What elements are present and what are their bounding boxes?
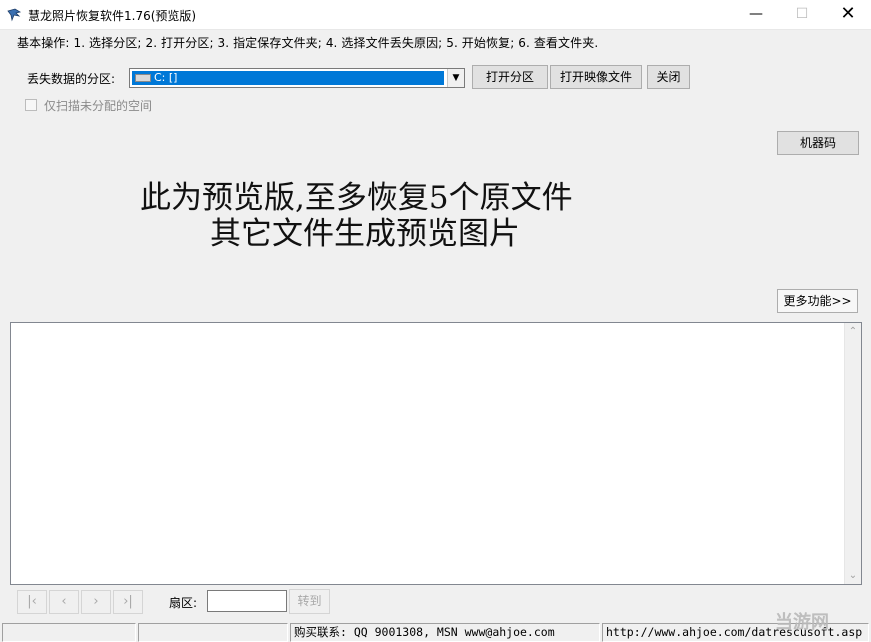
dropdown-arrow-icon[interactable]: ▼ xyxy=(447,69,464,87)
scroll-up-icon[interactable]: ⌃ xyxy=(845,323,861,340)
purchase-contact-text: 购买联系: QQ 9001308, MSN www@ahjoe.com xyxy=(290,623,600,642)
sector-input[interactable] xyxy=(207,590,287,612)
partition-selected-value: C: [] xyxy=(154,71,178,84)
partition-label: 丢失数据的分区: xyxy=(27,72,116,86)
drive-icon xyxy=(135,74,151,82)
window-title: 慧龙照片恢复软件1.76(预览版) xyxy=(28,9,197,23)
open-image-file-button[interactable]: 打开映像文件 xyxy=(550,65,642,89)
previous-page-button[interactable]: ‹ xyxy=(49,590,79,614)
last-page-button[interactable]: ›| xyxy=(113,590,143,614)
close-button[interactable]: 关闭 xyxy=(647,65,690,89)
partition-selected-item[interactable]: C: [] xyxy=(132,71,444,85)
partition-select[interactable]: C: [] ▼ xyxy=(129,68,465,88)
title-bar: 慧龙照片恢复软件1.76(预览版) — ☐ ✕ xyxy=(0,0,871,30)
file-list-panel[interactable]: ⌃ ⌄ xyxy=(10,322,862,585)
open-partition-button[interactable]: 打开分区 xyxy=(472,65,548,89)
first-page-button[interactable]: |‹ xyxy=(17,590,47,614)
unallocated-space-checkbox[interactable] xyxy=(25,99,37,111)
watermark-logo: 当游网 xyxy=(775,612,829,633)
app-icon xyxy=(7,8,22,22)
preview-notice-line2: 其它文件生成预览图片 xyxy=(210,216,520,252)
machine-code-button[interactable]: 机器码 xyxy=(777,131,859,155)
goto-button[interactable]: 转到 xyxy=(289,589,330,614)
vertical-scrollbar[interactable]: ⌃ ⌄ xyxy=(844,323,861,584)
instructions-text: 基本操作: 1. 选择分区; 2. 打开分区; 3. 指定保存文件夹; 4. 选… xyxy=(17,36,599,50)
maximize-button[interactable]: ☐ xyxy=(779,0,825,30)
scroll-down-icon[interactable]: ⌄ xyxy=(845,567,861,584)
unallocated-space-label: 仅扫描未分配的空间 xyxy=(44,99,153,113)
more-functions-button[interactable]: 更多功能>> xyxy=(777,289,858,313)
status-cell-2 xyxy=(138,623,288,642)
next-page-button[interactable]: › xyxy=(81,590,111,614)
close-window-button[interactable]: ✕ xyxy=(825,0,871,30)
status-cell-1 xyxy=(2,623,136,642)
minimize-button[interactable]: — xyxy=(733,0,779,30)
status-bar: 购买联系: QQ 9001308, MSN www@ahjoe.com http… xyxy=(0,621,871,642)
sector-label: 扇区: xyxy=(169,596,198,610)
